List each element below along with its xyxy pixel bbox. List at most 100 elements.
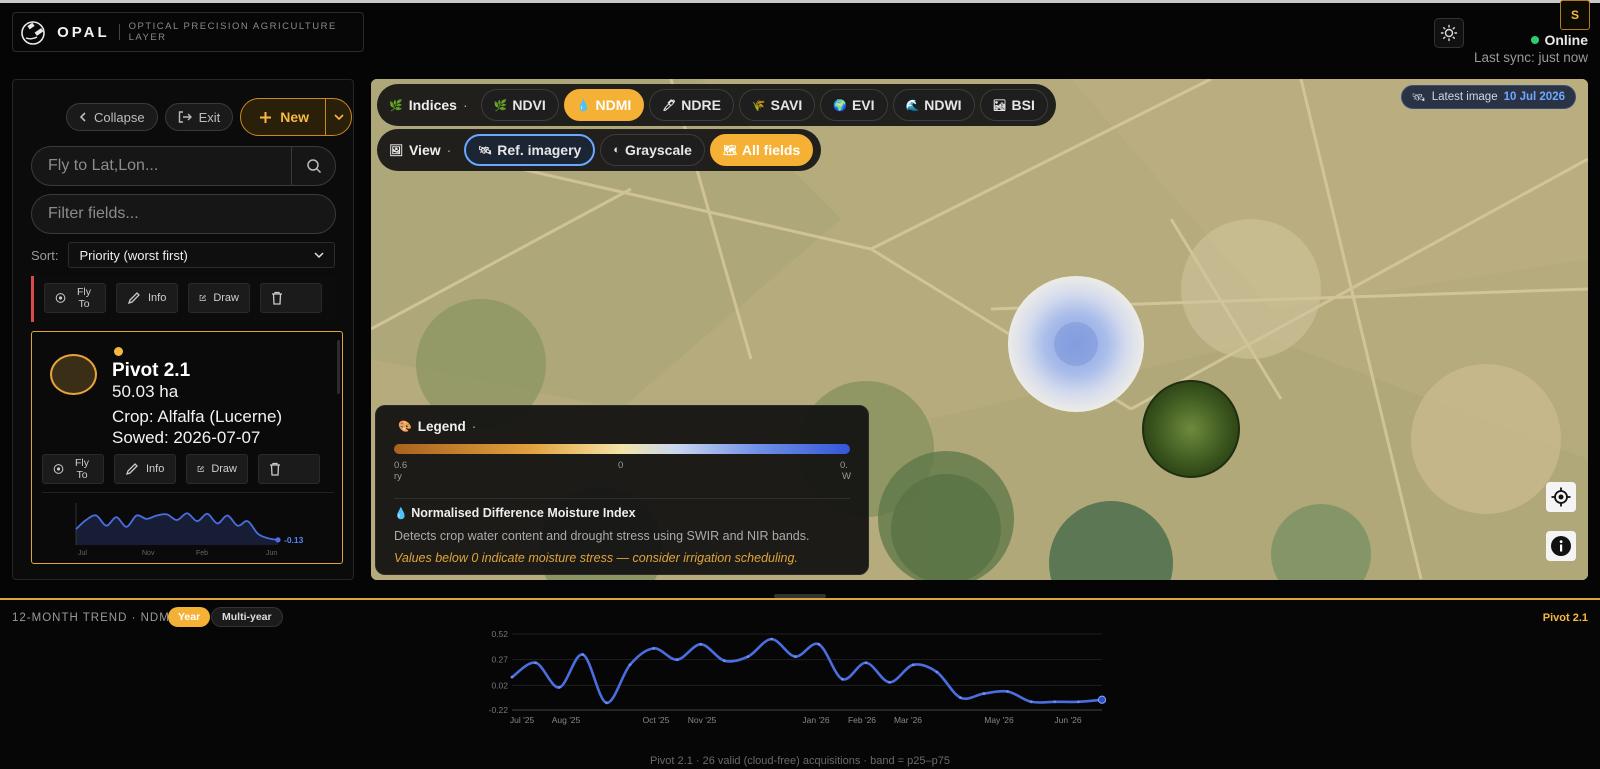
trend-point	[911, 663, 915, 667]
trend-line	[511, 637, 1103, 705]
index-chip-bsi[interactable]: 🏜 BSI	[979, 89, 1048, 121]
trend-point	[723, 659, 726, 663]
sparkline-last-value: -0.13	[284, 535, 304, 545]
priority-status-icon	[114, 347, 123, 356]
view-chip-ref-imagery[interactable]: 🛰 Ref. imagery	[464, 134, 596, 166]
index-chip-evi[interactable]: 🌍 EVI	[820, 89, 888, 121]
map-view[interactable]: 🌿 Indices · 🌿 NDVI 💧 NDMI 🖊 NDRE 🌾 SAVI 🌍 EVI…	[371, 79, 1588, 580]
view-chip-label: Ref. imagery	[497, 142, 582, 158]
seedling-icon: 🌿	[389, 99, 403, 112]
trend-x-tick: Nov '25	[688, 715, 717, 725]
brand-bar: OPAL OPTICAL PRECISION AGRICULTURE LAYER	[12, 12, 364, 52]
trend-point	[1006, 690, 1009, 693]
draw-button[interactable]: Draw	[186, 454, 248, 484]
legend-divider	[394, 498, 850, 499]
field-card-selected[interactable]: Pivot 2.1 50.03 ha Crop: Alfalfa (Lucern…	[31, 331, 343, 564]
legend-header[interactable]: 🎨 Legend ·	[398, 419, 476, 434]
index-chip-label: NDVI	[512, 97, 546, 113]
bare-soil-icon: 🏜	[992, 99, 1007, 112]
collapse-button[interactable]: Collapse	[66, 103, 158, 131]
fly-to-search	[31, 146, 336, 186]
trash-icon	[270, 462, 280, 476]
top-border	[0, 0, 1600, 3]
trend-point	[770, 637, 773, 641]
filter-fields-input[interactable]	[32, 195, 335, 233]
sun-icon	[1440, 24, 1458, 42]
trend-x-tick: Jun '26	[1054, 715, 1081, 725]
index-chip-label: EVI	[851, 97, 875, 113]
trend-point	[817, 642, 821, 646]
map-info-button[interactable]	[1546, 531, 1576, 561]
target-icon	[53, 464, 64, 474]
draw-button[interactable]: Draw	[188, 283, 250, 313]
fly-to-button[interactable]: Fly To	[44, 283, 106, 313]
index-chip-savi[interactable]: 🌾 SAVI	[738, 89, 816, 121]
trend-point	[699, 642, 703, 646]
index-chip-label: NDMI	[595, 97, 632, 113]
leaf-icon: 🌿	[493, 99, 508, 112]
user-avatar[interactable]: S	[1560, 0, 1590, 30]
view-chip-grayscale[interactable]: ◐ Grayscale	[600, 134, 705, 166]
fly-to-input[interactable]	[32, 147, 291, 185]
info-button[interactable]: Info	[114, 454, 176, 484]
new-options-dropdown[interactable]	[325, 99, 351, 135]
sparkline-tick-label: Jun	[266, 550, 277, 557]
info-button[interactable]: Info	[116, 283, 178, 313]
trend-x-tick: Jul '25	[510, 715, 535, 725]
delete-button[interactable]	[258, 454, 320, 484]
field-card[interactable]: Fly To Info Draw	[31, 276, 337, 322]
trend-point	[793, 655, 797, 658]
view-chip-label: Grayscale	[624, 142, 692, 158]
info-label: Info	[148, 292, 167, 304]
view-chip-label: All fields	[741, 142, 801, 158]
brand-tagline: OPTICAL PRECISION AGRICULTURE LAYER	[128, 21, 337, 43]
delete-button[interactable]	[260, 283, 322, 313]
index-chip-ndre[interactable]: 🖊 NDRE	[649, 89, 734, 121]
exit-icon	[178, 111, 192, 123]
trend-point	[746, 655, 750, 658]
satellite-icon: 🛰	[1411, 91, 1426, 104]
index-chip-ndmi[interactable]: 💧 NDMI	[563, 89, 645, 121]
trend-x-tick: Oct '25	[643, 715, 670, 725]
new-field-button[interactable]: New	[240, 98, 353, 136]
new-field-main[interactable]: New	[241, 99, 325, 135]
search-icon	[306, 159, 321, 174]
legend-index-title-text: Normalised Difference Moisture Index	[411, 506, 636, 520]
locate-me-button[interactable]	[1546, 482, 1576, 512]
view-label: View	[408, 142, 441, 158]
trend-point	[1053, 700, 1057, 704]
exit-button[interactable]: Exit	[164, 103, 234, 131]
index-chip-ndvi[interactable]: 🌿 NDVI	[480, 89, 559, 121]
fly-to-label: Fly To	[77, 286, 92, 310]
trend-x-tick: Feb '26	[848, 715, 876, 725]
crosshair-icon	[1551, 487, 1571, 507]
theme-toggle-button[interactable]	[1434, 18, 1464, 48]
sidebar-scrollbar[interactable]	[337, 340, 340, 394]
search-button[interactable]	[291, 147, 335, 185]
index-chip-label: NDRE	[681, 97, 721, 113]
fly-to-button[interactable]: Fly To	[42, 454, 104, 484]
chevron-down-icon	[333, 114, 344, 120]
year-toggle[interactable]: Year	[168, 607, 211, 627]
online-label: Online	[1544, 32, 1588, 48]
trend-panel: 12-MONTH TREND · NDMI Year Multi-year Pi…	[0, 598, 1600, 769]
trend-chart: 0.52 0.27 0.02 -0.22Jul '25 Aug '25 Oct '25 No…	[489, 629, 1107, 725]
trend-y-tick: 0.02	[491, 680, 508, 690]
index-chip-ndwi[interactable]: 🌊 NDWI	[892, 89, 975, 121]
trend-x-tick: May '26	[984, 715, 1014, 725]
chevron-left-icon	[79, 112, 86, 122]
field-area: 50.03 ha	[112, 382, 179, 401]
latest-image-label: Latest image	[1431, 91, 1498, 103]
legend-description: Detects crop water content and drought s…	[394, 529, 810, 543]
latest-image-date: 10 Jul 2026	[1503, 91, 1565, 103]
sort-select[interactable]: Priority (worst first)	[68, 242, 336, 268]
multi-year-toggle[interactable]: Multi-year	[211, 607, 283, 627]
last-sync: Last sync: just now	[1473, 50, 1588, 65]
trend-x-tick: Jan '26	[802, 715, 829, 725]
brand-divider	[118, 24, 120, 40]
view-chip-all-fields[interactable]: 🗺 All fields	[709, 134, 814, 166]
connection-status: Online Last sync: just now	[1474, 32, 1588, 65]
field-shape-thumbnail	[50, 354, 97, 395]
trash-icon	[272, 291, 282, 305]
draw-label: Draw	[211, 463, 237, 475]
